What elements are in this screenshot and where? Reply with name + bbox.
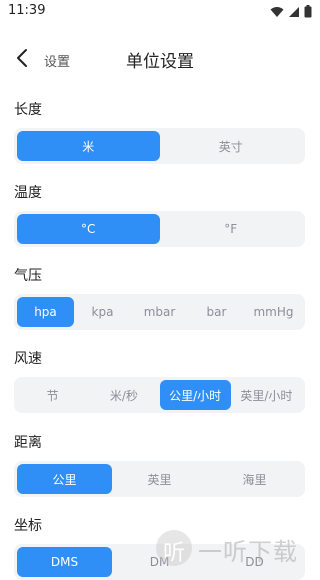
watermark-logo-glyph: 听 [162, 541, 185, 566]
section-label-length: 长度 [14, 102, 42, 118]
status-time: 11:39 [8, 3, 46, 18]
watermark-logo-icon: 听 [156, 530, 192, 566]
option-pressure-bar[interactable]: bar [188, 297, 245, 327]
option-distance-km[interactable]: 公里 [17, 464, 112, 494]
option-wind-mph[interactable]: 英里/小时 [231, 380, 302, 410]
section-label-wind-speed: 风速 [14, 351, 42, 367]
option-pressure-hpa[interactable]: hpa [17, 297, 74, 327]
option-length-meter[interactable]: 米 [17, 131, 160, 161]
option-distance-mile[interactable]: 英里 [112, 464, 207, 494]
option-wind-knot[interactable]: 节 [17, 380, 88, 410]
option-wind-mps[interactable]: 米/秒 [88, 380, 159, 410]
length-segmented-control: 米 英寸 [14, 128, 305, 164]
option-distance-nautical-mile[interactable]: 海里 [207, 464, 302, 494]
status-bar: 11:39 [0, 0, 320, 24]
header: 设置 单位设置 [0, 38, 320, 78]
section-label-distance: 距离 [14, 435, 42, 451]
watermark-text: 一听下载 [198, 538, 298, 566]
option-temp-celsius[interactable]: °C [17, 214, 160, 244]
section-label-pressure: 气压 [14, 268, 42, 284]
option-temp-fahrenheit[interactable]: °F [160, 214, 303, 244]
watermark: 听 一听下载 [150, 524, 320, 570]
option-pressure-kpa[interactable]: kpa [74, 297, 131, 327]
wifi-icon [270, 6, 284, 17]
option-wind-kmh[interactable]: 公里/小时 [159, 380, 231, 410]
page-title: 单位设置 [126, 52, 194, 72]
distance-segmented-control: 公里 英里 海里 [14, 461, 305, 497]
pressure-segmented-control: hpa kpa mbar bar mmHg [14, 294, 305, 330]
option-pressure-mmhg[interactable]: mmHg [245, 297, 302, 327]
status-icons [270, 5, 312, 18]
section-label-coordinates: 坐标 [14, 518, 42, 534]
section-label-temperature: 温度 [14, 185, 42, 201]
option-coord-dms[interactable]: DMS [17, 547, 112, 577]
option-pressure-mbar[interactable]: mbar [131, 297, 188, 327]
option-length-inch[interactable]: 英寸 [160, 131, 303, 161]
signal-icon [289, 6, 299, 17]
wind-speed-segmented-control: 节 米/秒 公里/小时 英里/小时 [14, 377, 305, 413]
battery-icon [304, 5, 312, 18]
temperature-segmented-control: °C °F [14, 211, 305, 247]
